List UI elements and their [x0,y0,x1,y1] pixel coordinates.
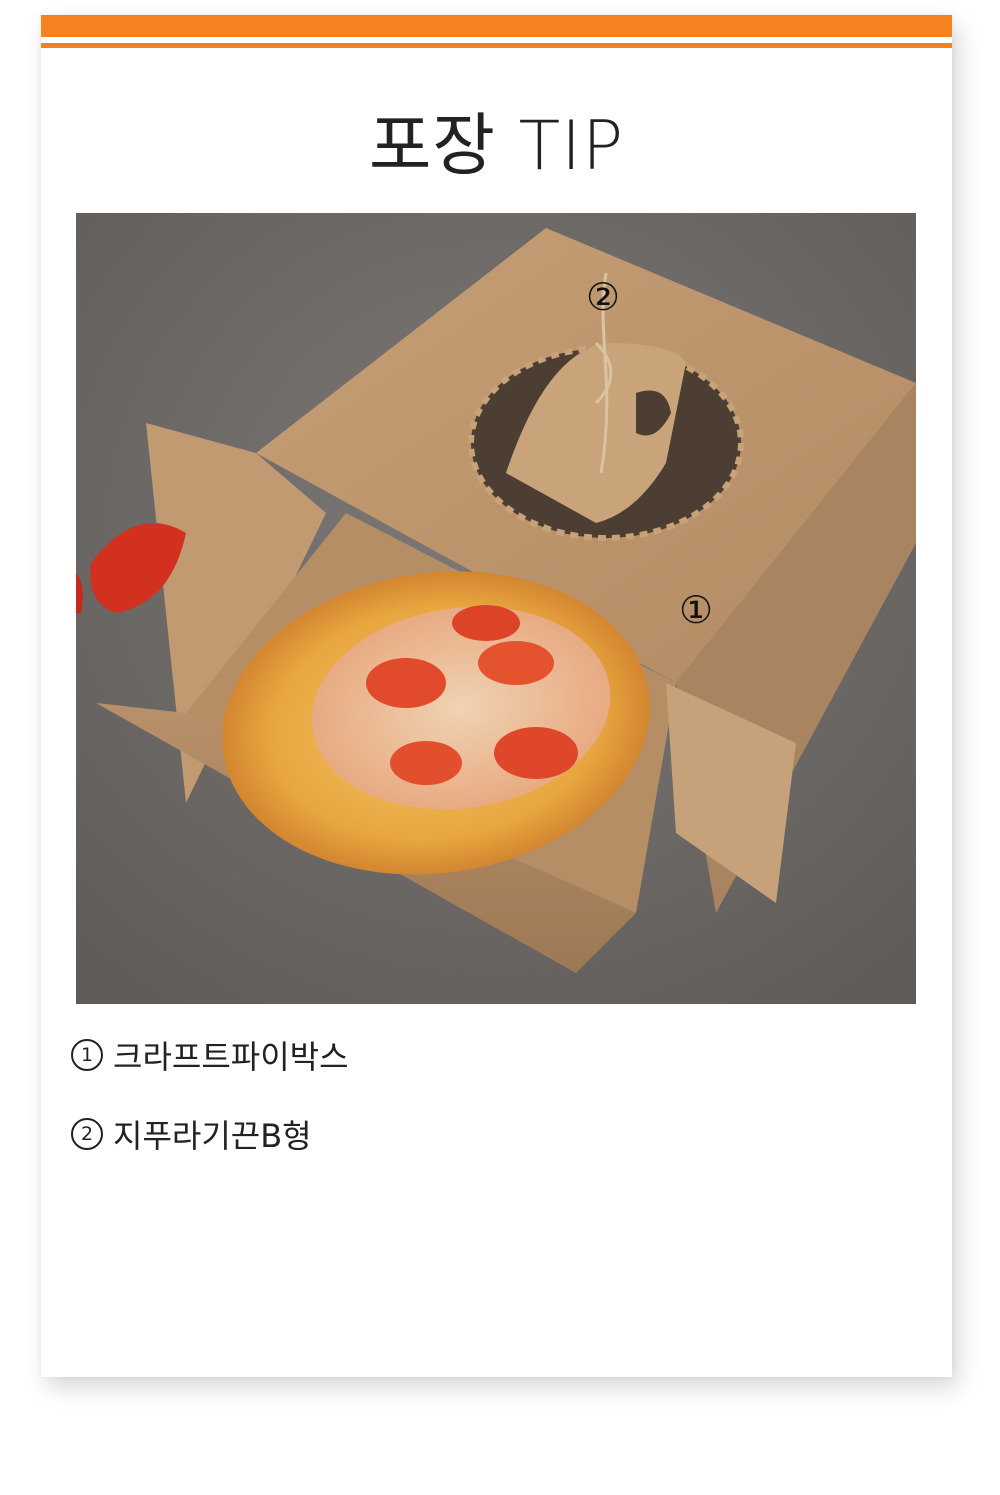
info-card: 포장 TIP ② ① 1 크라프트파이박스 2 지푸라기끈B형 [41,15,952,1377]
caption-list: 1 크라프트파이박스 2 지푸라기끈B형 [71,1033,349,1191]
tomato-slice [494,727,578,779]
tomato-slice [478,641,554,685]
top-accent-bar [41,15,952,37]
top-accent-line [41,43,952,48]
page-title: 포장 TIP [368,107,625,186]
caption-item: 2 지푸라기끈B형 [71,1112,349,1156]
caption-text: 지푸라기끈B형 [113,1117,312,1155]
tomato-slice [366,658,446,708]
tomato-slice [390,741,462,785]
caption-number: 2 [71,1118,103,1150]
tomato-slice [452,605,520,641]
marker-2: ② [586,275,620,319]
caption-text: 크라프트파이박스 [113,1038,349,1076]
marker-1: ① [679,588,713,632]
caption-number: 1 [71,1039,103,1071]
caption-item: 1 크라프트파이박스 [71,1033,349,1077]
product-photo: ② ① [76,213,916,1004]
